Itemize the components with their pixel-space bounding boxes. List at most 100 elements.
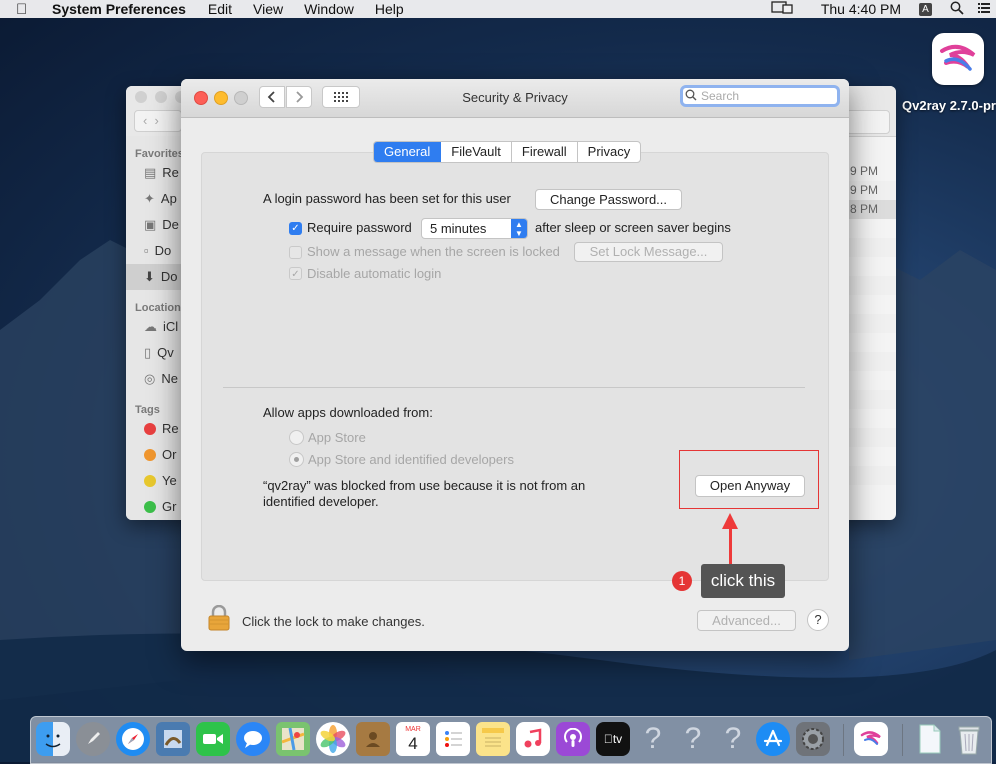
sidebar-tag-yellow[interactable]: Ye [126, 468, 182, 494]
sidebar-item-recents[interactable]: ▤ Re [126, 160, 182, 186]
blocked-message-line1: “qv2ray” was blocked from use because it… [263, 478, 586, 493]
contacts-dock-icon[interactable] [356, 722, 390, 756]
reminders-dock-icon[interactable] [436, 722, 470, 756]
tab-bar: General FileVault Firewall Privacy [373, 141, 642, 163]
tab-firewall[interactable]: Firewall [512, 142, 578, 162]
login-password-text: A login password has been set for this u… [263, 191, 511, 206]
disable-auto-login-label: Disable automatic login [307, 266, 442, 281]
trash-icon[interactable] [952, 722, 986, 756]
finder-search-field[interactable] [846, 110, 890, 134]
finder-back-forward[interactable]: ‹ › [134, 110, 182, 132]
search-input[interactable]: Search [680, 85, 840, 107]
calendar-day: 4 [408, 734, 418, 753]
sidebar-tag-green[interactable]: Gr [126, 494, 182, 520]
finder-dock-icon[interactable] [36, 722, 70, 756]
desktop-icon: ▣ [144, 217, 157, 232]
app-store-radio[interactable] [289, 430, 304, 445]
identified-developers-radio[interactable] [289, 452, 304, 467]
apple-tv-dock-icon[interactable]: tv [596, 722, 630, 756]
applications-icon: ✦ [144, 191, 155, 206]
sidebar-tag-red[interactable]: Re [126, 416, 182, 442]
menu-edit[interactable]: Edit [208, 1, 232, 17]
identified-developers-label: App Store and identified developers [308, 452, 514, 467]
app-store-dock-icon[interactable] [756, 722, 790, 756]
lock-message: Click the lock to make changes. [242, 614, 425, 629]
show-message-label: Show a message when the screen is locked [307, 244, 560, 259]
missing-app-icon[interactable]: ? [676, 722, 710, 756]
input-source-indicator[interactable]: A [919, 2, 932, 16]
screen-mirroring-icon[interactable] [771, 0, 793, 18]
sidebar-item-icloud[interactable]: ☁ iCl [126, 314, 182, 340]
photos-dock-icon[interactable] [316, 722, 350, 756]
highlight-box [679, 450, 819, 509]
apple-tv-label: tv [608, 732, 622, 746]
lock-icon[interactable] [207, 604, 231, 631]
disable-auto-login-checkbox[interactable]: ✓ [289, 267, 302, 280]
require-password-select[interactable]: 5 minutes ▲ ▼ [421, 218, 528, 239]
finder-sidebar: Favorites ▤ Re ✦ Ap ▣ De ▫ Do ⬇ Do Location ☁… [126, 136, 184, 520]
apple-menu-icon[interactable]:  [16, 1, 36, 18]
updown-chevron-icon: ▲ ▼ [511, 219, 527, 238]
advanced-button[interactable]: Advanced... [697, 610, 796, 631]
menubar-clock[interactable]: Thu 4:40 PM [821, 1, 901, 17]
change-password-button[interactable]: Change Password... [535, 189, 682, 210]
menu-help[interactable]: Help [375, 1, 404, 17]
sidebar-tag-orange[interactable]: Or [126, 442, 182, 468]
app-store-label: App Store [308, 430, 366, 445]
image-capture-dock-icon[interactable] [156, 722, 190, 756]
yellow-tag-icon [144, 475, 156, 487]
tab-general[interactable]: General [374, 142, 442, 162]
menu-bar:  System Preferences Edit View Window He… [0, 0, 996, 18]
spotlight-search-icon[interactable] [950, 1, 964, 18]
maps-dock-icon[interactable] [276, 722, 310, 756]
launchpad-dock-icon[interactable] [76, 722, 110, 756]
music-dock-icon[interactable] [516, 722, 550, 756]
date-cell[interactable]: 9 PM [848, 181, 896, 200]
menu-window[interactable]: Window [304, 1, 354, 17]
podcasts-dock-icon[interactable] [556, 722, 590, 756]
sidebar-item-desktop[interactable]: ▣ De [126, 212, 182, 238]
apple-tv-logo-icon:  [604, 732, 613, 746]
require-password-checkbox[interactable]: ✓ [289, 222, 302, 235]
show-message-checkbox[interactable] [289, 246, 302, 259]
system-preferences-dock-icon[interactable] [796, 722, 830, 756]
menu-app-name[interactable]: System Preferences [52, 1, 186, 17]
orange-tag-icon [144, 449, 156, 461]
qv2ray-desktop-icon[interactable] [932, 33, 984, 85]
dock-separator [902, 724, 903, 756]
finder-close-button[interactable] [135, 91, 147, 103]
missing-app-icon[interactable]: ? [716, 722, 750, 756]
downloads-stack-icon[interactable] [912, 722, 946, 756]
disk-icon: ▯ [144, 345, 152, 360]
cloud-icon: ☁ [144, 319, 157, 334]
green-tag-icon [144, 501, 156, 513]
calendar-dock-icon[interactable]: MAR 4 [396, 722, 430, 756]
sidebar-item-applications[interactable]: ✦ Ap [126, 186, 182, 212]
sidebar-item-downloads[interactable]: ⬇ Do [126, 264, 182, 290]
sidebar-item-documents[interactable]: ▫ Do [126, 238, 182, 264]
missing-app-icon[interactable]: ? [636, 722, 670, 756]
after-sleep-text: after sleep or screen saver begins [535, 220, 731, 235]
sidebar-item-network[interactable]: ◎ Ne [126, 366, 182, 392]
safari-dock-icon[interactable] [116, 722, 150, 756]
tab-filevault[interactable]: FileVault [441, 142, 512, 162]
network-icon: ◎ [144, 371, 156, 386]
sidebar-item-qv2ray-disk[interactable]: ▯ Qv [126, 340, 182, 366]
qv2ray-dock-icon[interactable] [854, 722, 888, 756]
qv2ray-desktop-label[interactable]: Qv2ray 2.7.0-pr [902, 98, 996, 113]
annotation-arrow [729, 526, 732, 566]
menu-view[interactable]: View [253, 1, 283, 17]
finder-minimize-button[interactable] [155, 91, 167, 103]
messages-dock-icon[interactable] [236, 722, 270, 756]
date-cell[interactable]: 8 PM [848, 200, 896, 219]
tab-privacy[interactable]: Privacy [578, 142, 641, 162]
dock-separator [843, 724, 844, 756]
facetime-dock-icon[interactable] [196, 722, 230, 756]
help-button[interactable]: ? [807, 609, 829, 631]
locations-header: Location [135, 302, 181, 314]
notes-dock-icon[interactable] [476, 722, 510, 756]
allow-apps-header: Allow apps downloaded from: [263, 405, 433, 420]
date-cell[interactable]: 9 PM [848, 162, 896, 181]
set-lock-message-button[interactable]: Set Lock Message... [574, 242, 723, 262]
notification-center-icon[interactable] [978, 1, 990, 17]
